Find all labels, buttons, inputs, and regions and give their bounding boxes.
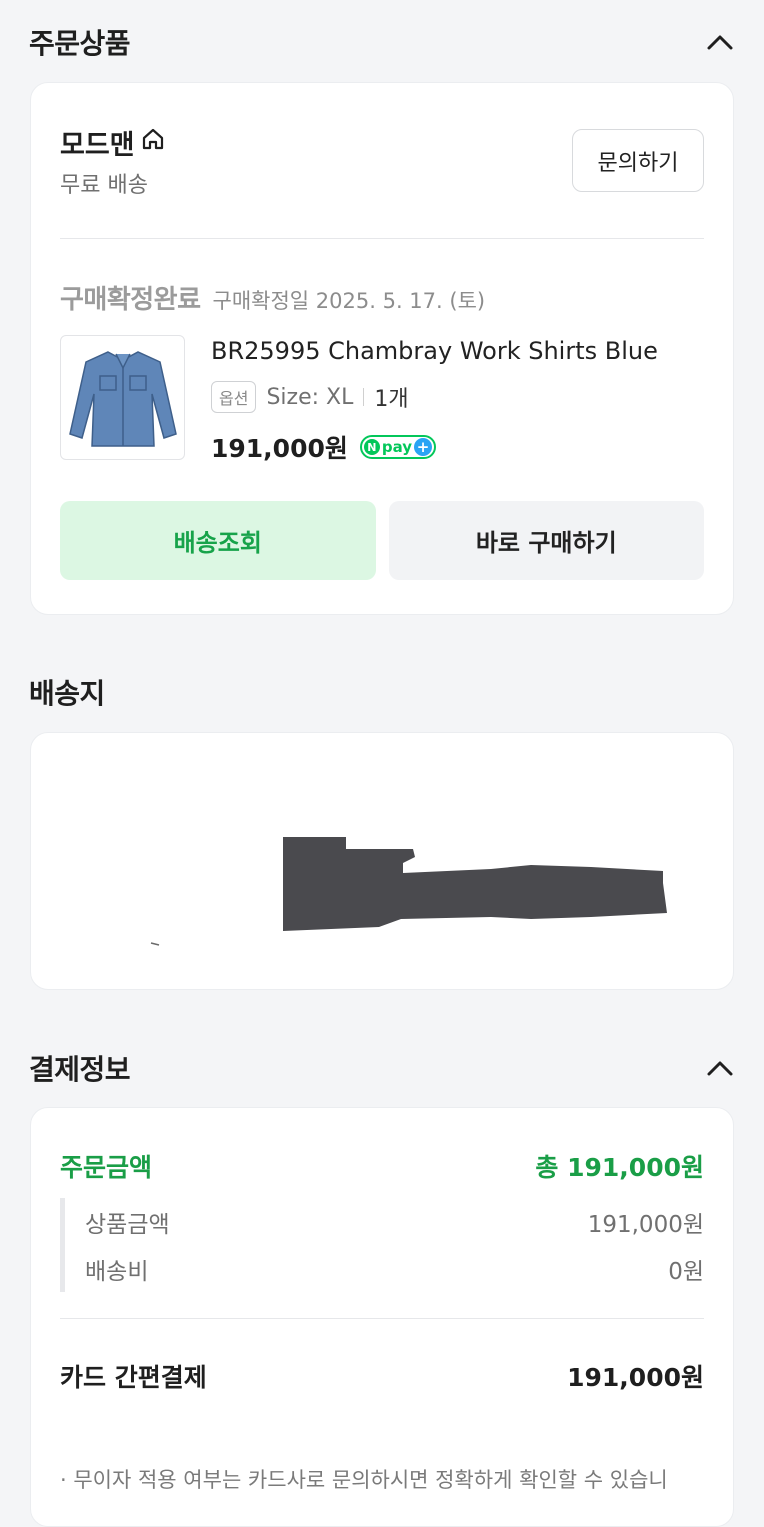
npay-text: pay (381, 438, 413, 456)
option-separator (363, 388, 365, 406)
breakdown-value: 191,000원 (587, 1211, 704, 1238)
buy-again-button[interactable]: 바로 구매하기 (388, 501, 704, 580)
breakdown-row: 상품금액 191,000원 (85, 1198, 704, 1245)
payment-method-row: 카드 간편결제 191,000원 (60, 1358, 704, 1394)
product-options: 옵션 Size: XL 1개 (211, 381, 409, 413)
order-section-header: 주문상품 (29, 22, 735, 62)
payment-method-value: 191,000원 (567, 1363, 704, 1392)
product-price: 191,000원 (211, 434, 348, 463)
store-name-row[interactable]: 모드맨 (60, 123, 165, 162)
order-amount-label: 주문금액 (60, 1153, 153, 1182)
payment-section-title: 결제정보 (29, 1053, 131, 1086)
divider (60, 1318, 704, 1319)
redacted-address-mark (150, 837, 667, 946)
option-quantity: 1개 (374, 387, 409, 412)
status-date: 구매확정일 2025. 5. 17. (토) (212, 289, 486, 313)
store-shipping: 무료 배송 (60, 173, 148, 198)
status-label: 구매확정완료 (60, 285, 201, 315)
breakdown-label: 배송비 (85, 1258, 149, 1285)
breakdown-value: 0원 (668, 1258, 704, 1285)
product-name[interactable]: BR25995 Chambray Work Shirts Blue (211, 337, 658, 365)
shipping-section-header: 배송지 (29, 672, 735, 712)
product-thumbnail[interactable] (60, 335, 185, 460)
price-row: 191,000원 N pay + (211, 429, 437, 465)
payment-card: 주문금액 총 191,000원 상품금액 191,000원 배송비 0원 카드 … (30, 1107, 734, 1527)
breakdown-label: 상품금액 (85, 1211, 170, 1238)
option-size: Size: XL (266, 384, 354, 410)
payment-section-header: 결제정보 (29, 1048, 735, 1088)
payment-method-label: 카드 간편결제 (60, 1363, 207, 1392)
order-section-title: 주문상품 (29, 27, 131, 60)
shipping-card (30, 732, 734, 990)
npay-plus-badge: N pay + (359, 435, 437, 459)
installment-note: · 무이자 적용 여부는 카드사로 문의하시면 정확하게 확인할 수 있습니 (60, 1468, 668, 1492)
home-icon (141, 127, 165, 158)
amount-breakdown: 상품금액 191,000원 배송비 0원 (60, 1198, 704, 1292)
plus-icon: + (414, 438, 433, 456)
chevron-up-icon[interactable] (705, 1053, 735, 1083)
divider (60, 238, 704, 239)
track-delivery-button[interactable]: 배송조회 (60, 501, 376, 580)
npay-n-icon: N (363, 439, 380, 455)
order-card: 모드맨 무료 배송 문의하기 구매확정완료 구매확정일 2025. 5. 17.… (30, 82, 734, 615)
option-badge: 옵션 (211, 381, 257, 413)
chevron-up-icon[interactable] (705, 27, 735, 57)
store-name[interactable]: 모드맨 (60, 123, 135, 162)
order-amount-total: 총 191,000원 (535, 1153, 704, 1182)
order-status: 구매확정완료 구매확정일 2025. 5. 17. (토) (60, 279, 485, 316)
order-actions: 배송조회 바로 구매하기 (60, 501, 704, 580)
order-amount-row: 주문금액 총 191,000원 (60, 1148, 704, 1184)
inquiry-button[interactable]: 문의하기 (572, 129, 704, 192)
breakdown-row: 배송비 0원 (85, 1245, 704, 1292)
shipping-section-title: 배송지 (29, 677, 105, 710)
